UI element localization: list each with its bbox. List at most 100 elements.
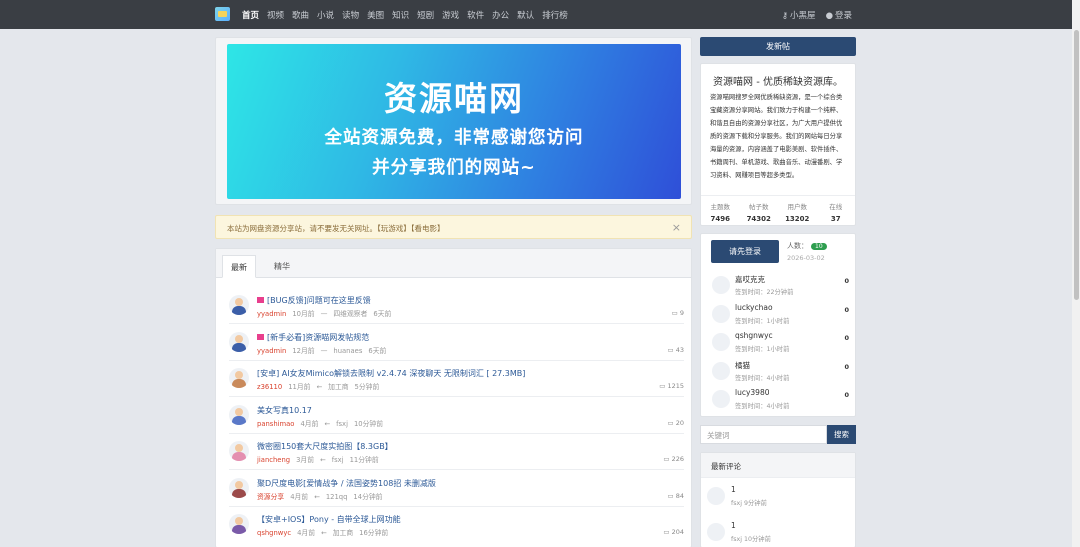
online-user[interactable]: 嘉哎克克 签到时间：22分钟前 0 — [711, 274, 851, 302]
nav-item-office[interactable]: 办公 — [492, 9, 509, 21]
notice-link-games[interactable]: 【玩游戏】 — [377, 224, 411, 233]
last-reply-user[interactable]: fsxj — [332, 456, 344, 464]
avatar[interactable] — [712, 361, 730, 380]
avatar[interactable] — [707, 487, 725, 505]
nav-item-knowledge[interactable]: 知识 — [392, 9, 409, 21]
banner-line-2: 并分享我们的网站~ — [372, 158, 536, 178]
last-reply-user[interactable]: huanaes — [333, 347, 362, 355]
online-user-name[interactable]: 嘉哎克克 — [735, 274, 765, 285]
last-reply-user[interactable]: 加工商 — [333, 529, 353, 537]
comment-text[interactable]: 1 — [731, 485, 736, 494]
thread-author[interactable]: 资源分享 — [257, 493, 284, 501]
nav-user-area: ⚷ 小黑屋 ● 登录 — [782, 9, 852, 21]
thread-title[interactable]: 聚D尺度电影[爱情战争 / 法国姿势108招 未删减版 — [257, 478, 436, 489]
thread-title[interactable]: 微密圈150套大尺度实拍图【8.3GB】 — [257, 441, 393, 452]
search-button[interactable]: 搜索 — [827, 425, 856, 444]
thread-time: 4月前 — [300, 419, 319, 428]
avatar-head — [235, 298, 243, 306]
nav-item-music[interactable]: 歌曲 — [292, 9, 309, 21]
notice-text: 本站为网盘资源分享站，请不要发无关网址。 — [227, 224, 377, 233]
avatar[interactable] — [229, 477, 249, 498]
thread-author[interactable]: jiancheng — [257, 456, 290, 464]
thread-author[interactable]: yyadmin — [257, 347, 286, 355]
avatar[interactable] — [712, 304, 730, 323]
nav-item-short-drama[interactable]: 短剧 — [417, 9, 434, 21]
nav-item-home[interactable]: 首页 — [242, 9, 259, 21]
thread-author[interactable]: yyadmin — [257, 310, 286, 318]
tab-featured[interactable]: 精华 — [266, 255, 298, 278]
avatar[interactable] — [229, 441, 249, 461]
online-user-score: 0 — [844, 277, 849, 285]
tab-latest[interactable]: 最新 — [222, 255, 256, 278]
thread-row[interactable]: [安卓] AI女友Mimico解锁去限制 v2.4.74 深夜聊天 无限制词汇 … — [229, 360, 684, 397]
comment-item[interactable]: 1 fsxj 9分钟前 — [707, 482, 851, 516]
banner-title: 资源喵网 — [384, 79, 524, 118]
close-icon[interactable]: × — [672, 221, 681, 234]
scrollbar-thumb[interactable] — [1074, 30, 1079, 300]
online-user-name[interactable]: 橘猫 — [735, 360, 750, 371]
thread-title[interactable]: [BUG反馈]问题可在这里反馈 — [257, 295, 371, 306]
site-stats: 主题数 7496 帖子数 74302 用户数 13202 在线 37 — [701, 195, 855, 223]
online-user-name[interactable]: luckychao — [735, 303, 773, 312]
thread-author[interactable]: panshimao — [257, 420, 294, 428]
avatar[interactable] — [229, 368, 249, 388]
thread-author[interactable]: z36110 — [257, 383, 282, 391]
please-login-button[interactable]: 请先登录 — [711, 240, 779, 263]
last-reply-user[interactable]: 121qq — [326, 493, 348, 501]
thread-time: 3月前 — [296, 456, 315, 464]
nav-item-games[interactable]: 游戏 — [442, 9, 459, 21]
avatar[interactable] — [229, 404, 249, 425]
blacklist-link[interactable]: ⚷ 小黑屋 — [782, 9, 816, 21]
stat-online: 在线 37 — [829, 203, 843, 223]
latest-comments-card: 最新评论 1 fsxj 9分钟前 1 fsxj 10分钟前 — [700, 452, 856, 547]
online-user[interactable]: luckychao 签到时间：1小时前 0 — [711, 303, 851, 331]
thread-row[interactable]: [新手必看]资源喵网发帖规范 yyadmin 12月前 — huanaes 6天前 ▭ 43 — [229, 324, 684, 361]
login-link[interactable]: ● 登录 — [826, 9, 852, 21]
thread-row[interactable]: 聚D尺度电影[爱情战争 / 法国姿势108招 未删减版 资源分享 4月前 ← 121qq… — [229, 470, 684, 507]
notice-link-movies[interactable]: 【看电影】 — [411, 224, 445, 233]
reply-count: ▭ 204 — [663, 528, 684, 536]
site-logo[interactable] — [215, 7, 230, 21]
avatar[interactable] — [229, 514, 249, 534]
avatar-body — [232, 306, 246, 315]
online-user-name[interactable]: qshgnwyc — [735, 331, 773, 340]
thread-list: 最新 精华 [BUG反馈]问题可在这里反馈 yyadmin 10月前 — 四维观察者 6天… — [215, 248, 692, 547]
thread-row[interactable]: 微密圈150套大尺度实拍图【8.3GB】 jiancheng 3月前 ← fsxj 11分… — [229, 433, 684, 470]
nav-item-video[interactable]: 视频 — [267, 9, 284, 21]
avatar[interactable] — [712, 333, 730, 351]
thread-row[interactable]: 美女写真10.17 panshimao 4月前 ← fsxj 10分钟前 ▭ 20 — [229, 397, 684, 434]
last-reply-user[interactable]: 加工商 — [328, 383, 348, 391]
nav-item-default[interactable]: 默认 — [517, 9, 534, 21]
nav-item-software[interactable]: 软件 — [467, 9, 484, 21]
nav-item-novel[interactable]: 小说 — [317, 9, 334, 21]
thread-row[interactable]: [BUG反馈]问题可在这里反馈 yyadmin 10月前 — 四维观察者 6天前 ▭ 9 — [229, 287, 684, 324]
thread-title[interactable]: 【安卓+IOS】Pony - 自带全球上网功能 — [257, 514, 401, 525]
thread-row[interactable]: 【安卓+IOS】Pony - 自带全球上网功能 qshgnwyc 4月前 ← 加工商 16… — [229, 506, 684, 543]
avatar[interactable] — [229, 295, 249, 315]
last-reply-time: 10分钟前 — [353, 419, 384, 428]
thread-title[interactable]: [新手必看]资源喵网发帖规范 — [257, 332, 369, 343]
comment-meta: fsxj 10分钟前 — [731, 536, 771, 543]
nav-item-ranking[interactable]: 排行榜 — [542, 9, 568, 21]
last-reply-user[interactable]: 四维观察者 — [333, 310, 367, 318]
comment-item[interactable]: 1 fsxj 10分钟前 — [707, 518, 851, 547]
nav-item-reading[interactable]: 读物 — [342, 9, 359, 21]
avatar[interactable] — [229, 331, 249, 352]
banner-image[interactable]: 资源喵网 全站资源免费，非常感谢您访问 并分享我们的网站~ — [227, 44, 681, 199]
online-user[interactable]: lucy3980 签到时间：4小时前 0 — [711, 388, 851, 416]
thread-title[interactable]: 美女写真10.17 — [257, 405, 312, 416]
last-reply-user[interactable]: fsxj — [336, 420, 348, 428]
online-user[interactable]: qshgnwyc 签到时间：1小时前 0 — [711, 331, 851, 359]
online-user[interactable]: 橘猫 签到时间：4小时前 0 — [711, 360, 851, 388]
new-post-button[interactable]: 发新帖 — [700, 37, 856, 56]
nav-item-pictures[interactable]: 美图 — [367, 9, 384, 21]
comment-text[interactable]: 1 — [731, 521, 736, 530]
avatar[interactable] — [707, 523, 725, 541]
avatar[interactable] — [712, 276, 730, 294]
avatar[interactable] — [712, 390, 730, 408]
thread-title[interactable]: [安卓] AI女友Mimico解锁去限制 v2.4.74 深夜聊天 无限制词汇 … — [257, 368, 525, 379]
online-user-name[interactable]: lucy3980 — [735, 388, 770, 397]
page-scrollbar[interactable] — [1072, 0, 1080, 547]
search-input[interactable]: 关键词 — [700, 425, 827, 444]
thread-author[interactable]: qshgnwyc — [257, 529, 291, 537]
